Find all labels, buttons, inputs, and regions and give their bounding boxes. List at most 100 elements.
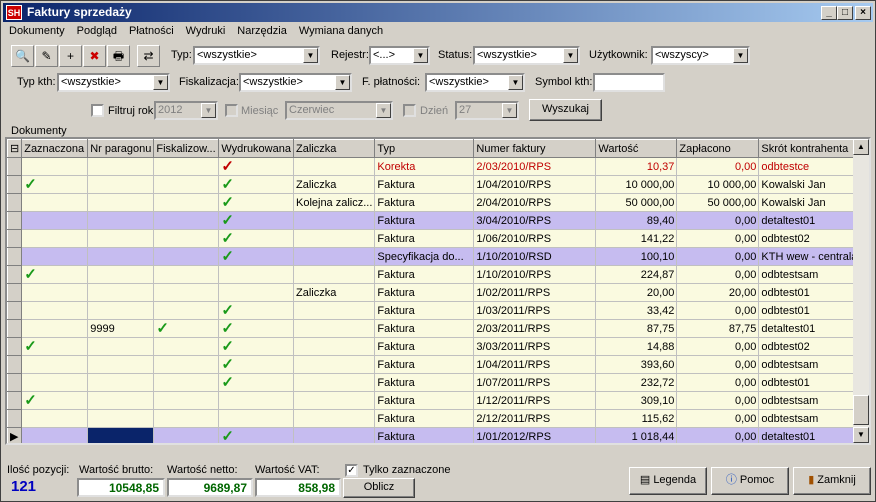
cell-typ: Faktura — [374, 211, 475, 230]
vat-label: Wartość VAT: — [255, 464, 320, 476]
row-indicator[interactable] — [7, 265, 23, 284]
table-row[interactable]: ✓ Faktura 1/12/2011/RPS 309,10 0,00 odbtestsa… — [7, 391, 863, 410]
typ-kth-combo[interactable]: <wszystkie> ▼ — [57, 73, 170, 92]
miesiac-checkbox[interactable] — [225, 104, 238, 117]
col-wartosc[interactable]: Wartość — [595, 139, 678, 158]
close-icon[interactable]: × — [855, 6, 871, 20]
print-icon[interactable]: 🖶 — [107, 45, 130, 67]
chevron-down-icon[interactable]: ▼ — [201, 103, 216, 118]
col-nr-paragonu[interactable]: Nr paragonu — [87, 139, 155, 158]
table-row[interactable]: ✓ Faktura 1/10/2010/RPS 224,87 0,00 odbtestsa… — [7, 265, 863, 284]
scroll-up-icon[interactable]: ▲ — [853, 139, 869, 155]
col-zaliczka[interactable]: Zaliczka — [292, 139, 376, 158]
cell-wydrukowana-check-icon: ✓ — [218, 301, 294, 320]
chevron-down-icon[interactable]: ▼ — [502, 103, 517, 118]
cell-wydrukowana-check-icon: ✓ — [218, 157, 294, 176]
oblicz-button[interactable]: Oblicz — [343, 478, 415, 498]
table-row[interactable]: ✓ Faktura 1/06/2010/RPS 141,22 0,00 odbtest02 — [7, 229, 863, 248]
chevron-down-icon[interactable]: ▼ — [733, 48, 748, 63]
view-icon[interactable]: 🔍 — [11, 45, 34, 67]
row-indicator[interactable] — [7, 175, 23, 194]
row-indicator[interactable] — [7, 193, 23, 212]
f-platnosci-combo[interactable]: <wszystkie> ▼ — [425, 73, 525, 92]
export-icon[interactable]: ⇄ — [137, 45, 160, 67]
col-numer-faktury[interactable]: Numer faktury — [473, 139, 597, 158]
chevron-down-icon[interactable]: ▼ — [508, 75, 523, 90]
cell-zaliczka — [293, 319, 376, 338]
table-row[interactable]: ✓ ✓ Zaliczka Faktura 1/04/2010/RPS 10 000,00 1… — [7, 175, 863, 194]
minimize-icon[interactable]: _ — [821, 6, 837, 20]
chevron-down-icon[interactable]: ▼ — [303, 48, 318, 63]
table-row[interactable]: Zaliczka Faktura 1/02/2011/RPS 20,00 20,00 od… — [7, 283, 863, 302]
menu-podglad[interactable]: Podgląd — [71, 23, 123, 37]
chevron-down-icon[interactable]: ▼ — [153, 75, 168, 90]
pomoc-button[interactable]: ⓘ Pomoc — [711, 467, 789, 495]
edit-icon[interactable]: ✎ — [35, 45, 58, 67]
col-wydrukowana[interactable]: Wydrukowana — [218, 139, 294, 158]
rok-combo[interactable]: 2012 ▼ — [154, 101, 218, 120]
row-indicator[interactable] — [7, 391, 23, 410]
table-row[interactable]: ✓ ✓ Faktura 3/03/2011/RPS 14,88 0,00 odbtest02 — [7, 337, 863, 356]
row-indicator[interactable] — [7, 211, 23, 230]
row-indicator[interactable] — [7, 355, 23, 374]
typ-combo[interactable]: <wszystkie> ▼ — [193, 46, 320, 65]
cell-zaplacono: 0,00 — [676, 373, 760, 392]
table-row[interactable]: ✓ Faktura 1/03/2011/RPS 33,42 0,00 odbtest01 — [7, 301, 863, 320]
fiskalizacja-combo[interactable]: <wszystkie> ▼ — [239, 73, 352, 92]
miesiac-combo[interactable]: Czerwiec ▼ — [285, 101, 393, 120]
table-row[interactable]: ✓ Faktura 1/04/2011/RPS 393,60 0,00 odbtestsa… — [7, 355, 863, 374]
cell-zaplacono: 0,00 — [676, 391, 760, 410]
scroll-down-icon[interactable]: ▼ — [853, 427, 869, 443]
legenda-button[interactable]: ▤ Legenda — [629, 467, 707, 495]
table-row[interactable]: ✓ Kolejna zalicz... Faktura 2/04/2010/RPS 50… — [7, 193, 863, 212]
menu-wymiana-danych[interactable]: Wymiana danych — [293, 23, 389, 37]
filtruj-rok-checkbox[interactable] — [91, 104, 104, 117]
menu-platnosci[interactable]: Płatności — [123, 23, 180, 37]
menu-dokumenty[interactable]: Dokumenty — [3, 23, 71, 37]
rejestr-combo[interactable]: <...> ▼ — [369, 46, 430, 65]
row-indicator[interactable] — [7, 373, 23, 392]
table-row[interactable]: ✓ Specyfikacja do... 1/10/2010/RSD 100,10 0,… — [7, 247, 863, 266]
row-indicator[interactable] — [7, 247, 23, 266]
dzien-checkbox[interactable] — [403, 104, 416, 117]
add-icon[interactable]: + — [59, 45, 82, 67]
scroll-thumb[interactable] — [853, 395, 869, 425]
chevron-down-icon[interactable]: ▼ — [413, 48, 428, 63]
col-zaplacono[interactable]: Zapłacono — [676, 139, 760, 158]
row-indicator[interactable] — [7, 409, 23, 428]
grid-corner-icon[interactable]: ⊟ — [7, 139, 23, 158]
table-row[interactable]: ✓ Faktura 3/04/2010/RPS 89,40 0,00 detaltest0… — [7, 211, 863, 230]
row-indicator[interactable] — [7, 283, 23, 302]
chevron-down-icon[interactable]: ▼ — [376, 103, 391, 118]
row-indicator[interactable] — [7, 157, 23, 176]
menu-wydruki[interactable]: Wydruki — [180, 23, 232, 37]
table-row[interactable]: ✓ Faktura 1/07/2011/RPS 232,72 0,00 odbtest01 — [7, 373, 863, 392]
row-indicator[interactable] — [7, 229, 23, 248]
maximize-icon[interactable]: □ — [837, 6, 853, 20]
chevron-down-icon[interactable]: ▼ — [335, 75, 350, 90]
tylko-zaznaczone-checkbox[interactable]: ✓ — [345, 464, 358, 477]
row-indicator[interactable] — [7, 301, 23, 320]
vertical-scrollbar[interactable]: ▲ ▼ — [853, 139, 869, 443]
search-button[interactable]: Wyszukaj — [529, 99, 602, 121]
table-row[interactable]: Faktura 2/12/2011/RPS 115,62 0,00 odbtestsam — [7, 409, 863, 428]
current-row-indicator-icon[interactable]: ▶ — [7, 427, 23, 443]
table-row[interactable]: 9999 ✓ ✓ Faktura 2/03/2011/RPS 87,75 87,75 deta… — [7, 319, 863, 338]
cell-zaplacono: 0,00 — [676, 427, 760, 443]
menu-narzedzia[interactable]: Narzędzia — [231, 23, 293, 37]
chevron-down-icon[interactable]: ▼ — [563, 48, 578, 63]
zamknij-button[interactable]: ▮ Zamknij — [793, 467, 871, 495]
delete-icon[interactable]: ✖ — [83, 45, 106, 67]
status-combo[interactable]: <wszystkie> ▼ — [473, 46, 580, 65]
table-row[interactable]: ✓ Korekta 2/03/2010/RPS 10,37 0,00 odbtestce — [7, 157, 863, 176]
col-skrot-kontrahenta[interactable]: Skrót kontrahenta — [758, 139, 863, 158]
col-typ[interactable]: Typ — [374, 139, 475, 158]
dzien-combo[interactable]: 27 ▼ — [455, 101, 519, 120]
row-indicator[interactable] — [7, 337, 23, 356]
table-row[interactable]: ▶ ✓ Faktura 1/01/2012/RPS 1 018,44 0,00 detalt… — [7, 427, 863, 443]
uzytkownik-combo[interactable]: <wszyscy> ▼ — [651, 46, 750, 65]
row-indicator[interactable] — [7, 319, 23, 338]
col-zaznaczona[interactable]: Zaznaczona — [21, 139, 89, 158]
col-fiskalizowany[interactable]: Fiskalizow... — [153, 139, 220, 158]
symbol-kth-input[interactable] — [593, 73, 665, 92]
